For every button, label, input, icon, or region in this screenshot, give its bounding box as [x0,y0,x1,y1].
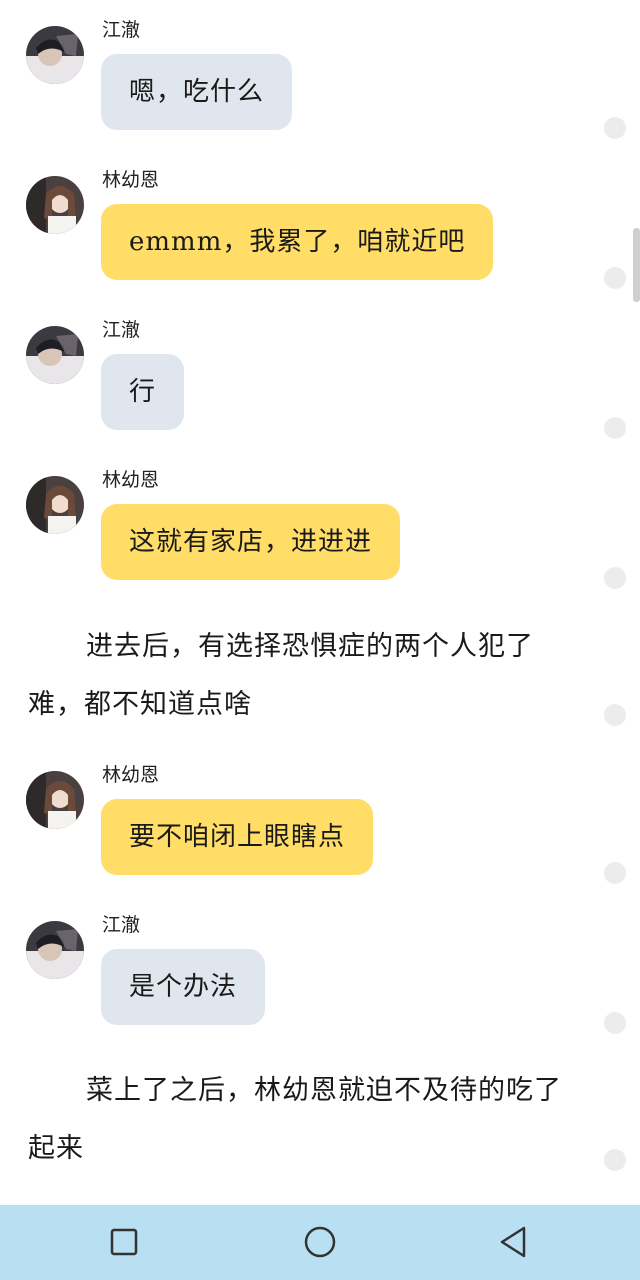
sender-name: 林幼恩 [102,169,160,191]
system-nav-bar [0,1205,640,1280]
avatar-linyouen[interactable] [26,176,84,234]
avatar-jiangche[interactable] [26,26,84,84]
sender-name: 江澈 [102,19,141,41]
recent-apps-button[interactable] [104,1222,144,1262]
message-bubble[interactable]: 要不咱闭上眼瞎点 [101,799,374,875]
comment-dot[interactable] [604,117,626,139]
scrollbar[interactable] [633,228,640,302]
comment-dot[interactable] [604,267,626,289]
narration-text: 菜上了之后，林幼恩就迫不及待的吃了起来 [28,1075,562,1164]
avatar-jiangche[interactable] [26,921,84,979]
sender-name: 江澈 [102,319,141,341]
comment-dot[interactable] [604,704,626,726]
square-icon [110,1228,138,1256]
message-bubble[interactable]: 行 [101,354,185,430]
message-bubble[interactable]: emmm，我累了，咱就近吧 [101,204,494,280]
comment-dot[interactable] [604,862,626,884]
message-bubble[interactable]: 是个办法 [101,949,266,1025]
avatar-linyouen[interactable] [26,771,84,829]
sender-name: 林幼恩 [102,764,160,786]
sender-name: 林幼恩 [102,469,160,491]
home-button[interactable] [300,1222,340,1262]
comment-dot[interactable] [604,1012,626,1034]
back-button[interactable] [494,1222,534,1262]
message-bubble[interactable]: 这就有家店，进进进 [101,504,401,580]
chat-story-screen: 江澈 嗯，吃什么 林幼恩 emmm，我累了，咱就近吧 江澈 行 林幼恩 这就有家… [0,0,640,1280]
comment-dot[interactable] [604,417,626,439]
avatar-linyouen[interactable] [26,476,84,534]
message-bubble[interactable]: 嗯，吃什么 [101,54,293,130]
sender-name: 江澈 [102,914,141,936]
avatar-jiangche[interactable] [26,326,84,384]
narration-text: 进去后，有选择恐惧症的两个人犯了难，都不知道点啥 [28,631,534,720]
circle-icon [304,1226,336,1258]
comment-dot[interactable] [604,567,626,589]
comment-dot[interactable] [604,1149,626,1171]
triangle-back-icon [500,1226,526,1258]
